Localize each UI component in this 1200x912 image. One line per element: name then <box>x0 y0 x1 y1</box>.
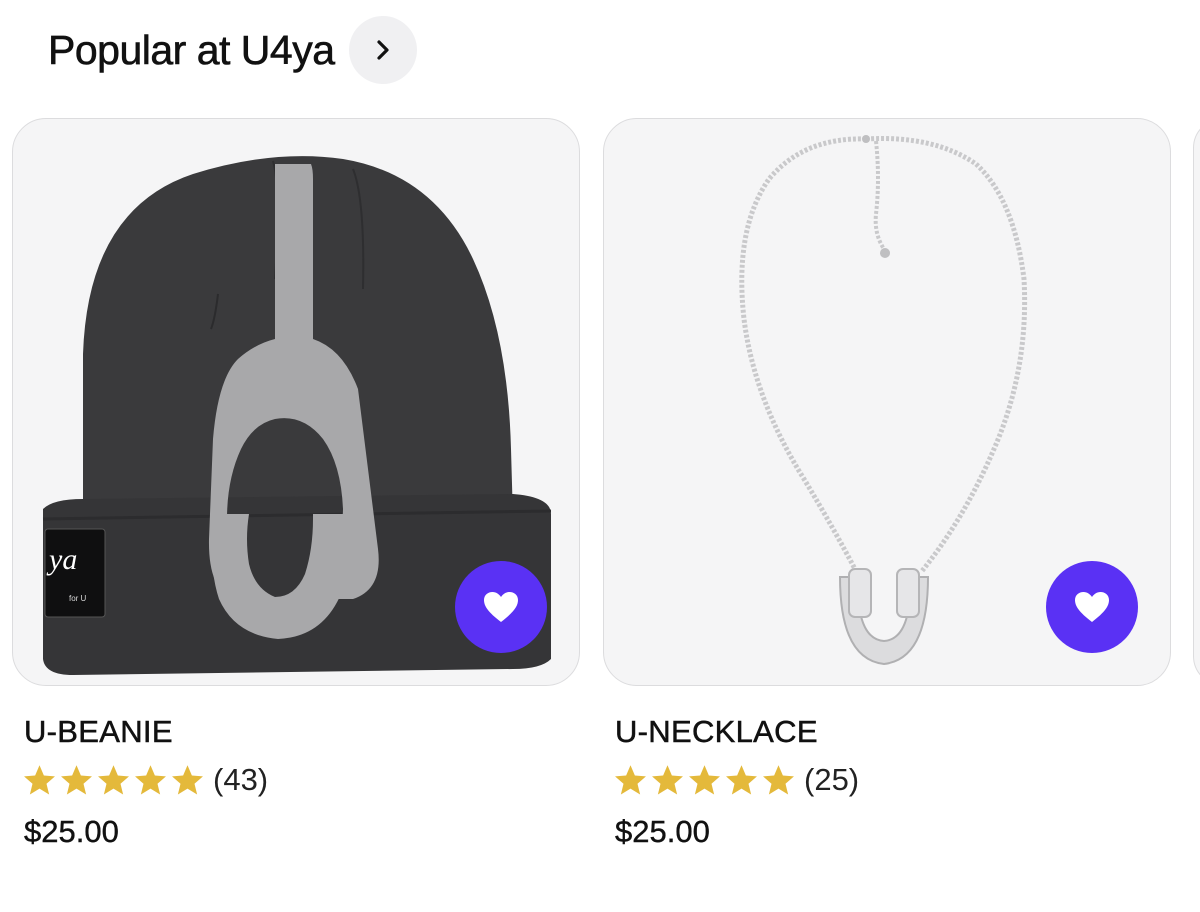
star-icon <box>652 764 683 794</box>
product-card[interactable]: U-NECKLACE (25) $25.00 <box>603 118 1171 850</box>
star-icon <box>135 764 166 794</box>
product-price: $25.00 <box>615 814 710 849</box>
star-icon <box>763 764 794 794</box>
beanie-label-subtext: for U <box>69 594 87 603</box>
product-image-frame[interactable] <box>603 118 1171 686</box>
star-icon <box>172 764 203 794</box>
favorite-button[interactable] <box>1046 561 1138 653</box>
product-rating: (43) <box>22 762 580 798</box>
product-image-frame[interactable]: ya for U <box>12 118 580 686</box>
star-icon <box>726 764 757 794</box>
rating-count: (43) <box>213 762 269 797</box>
star-icon <box>24 764 55 794</box>
star-icon <box>98 764 129 794</box>
star-icon <box>615 764 646 794</box>
product-carousel[interactable]: ya for U U-BEANIE (43) $25.00 U-NECKLACE… <box>0 118 1200 912</box>
product-image-frame[interactable] <box>1193 118 1200 686</box>
favorite-button[interactable] <box>455 561 547 653</box>
product-price: $25.00 <box>24 814 119 849</box>
see-all-button[interactable] <box>348 16 417 84</box>
product-rating: (25) <box>613 762 1171 798</box>
product-name[interactable]: U-BEANIE <box>24 714 580 750</box>
star-icon <box>61 764 92 794</box>
star-rating <box>22 763 205 798</box>
star-icon <box>689 764 720 794</box>
product-card[interactable]: ya for U U-BEANIE (43) $25.00 <box>12 118 580 850</box>
beanie-label-text: ya <box>46 543 77 576</box>
section-header: Popular at U4ya <box>48 16 417 84</box>
heart-icon <box>484 592 518 622</box>
chevron-right-icon <box>376 40 389 60</box>
product-name[interactable]: U-NECKLACE <box>615 714 1171 750</box>
rating-count: (25) <box>804 762 860 797</box>
product-card-partial[interactable] <box>1193 118 1200 686</box>
heart-icon <box>1075 592 1109 622</box>
section-title: Popular at U4ya <box>48 26 336 73</box>
star-rating <box>613 763 796 798</box>
